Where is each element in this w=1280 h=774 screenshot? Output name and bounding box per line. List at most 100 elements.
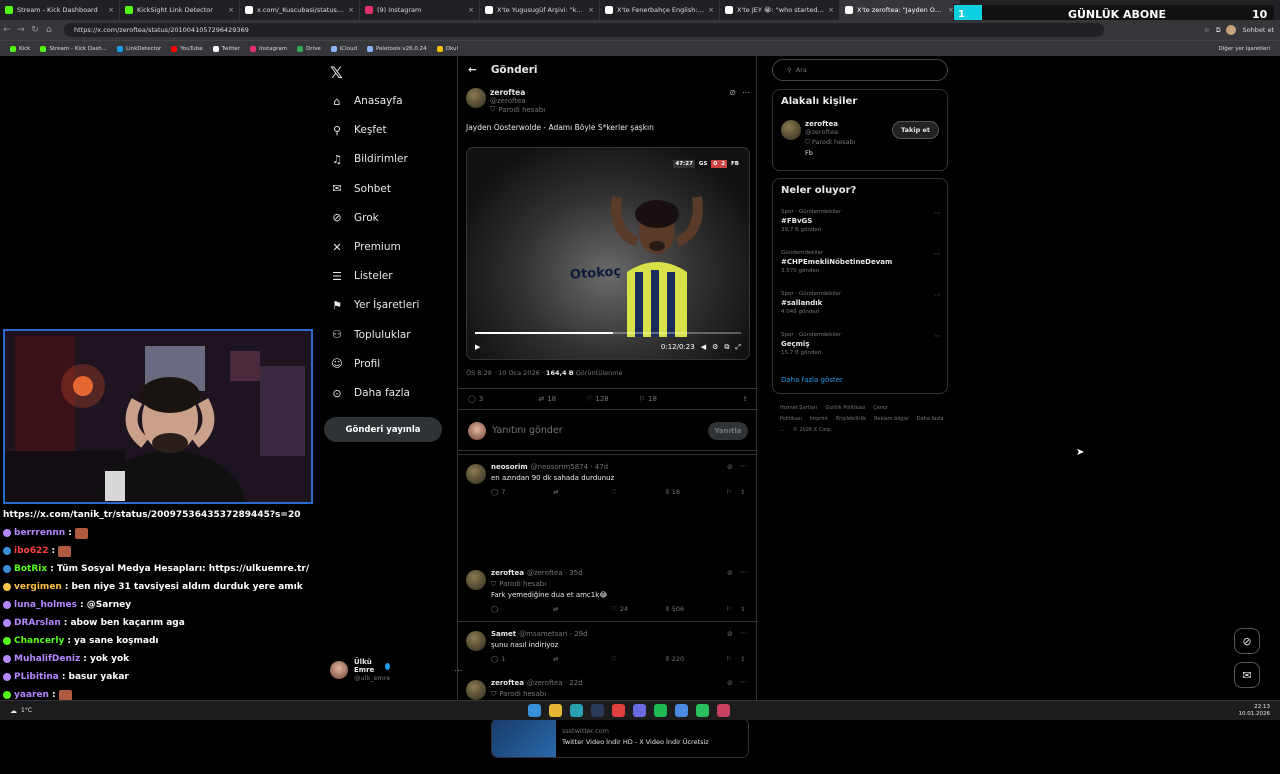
reply-like-action[interactable]: ♡ — [611, 655, 620, 663]
steam-icon[interactable] — [591, 704, 605, 717]
explorer-icon[interactable] — [549, 704, 563, 717]
browser-tab[interactable]: X'te Fenerbahçe English: "Next tim...× — [600, 0, 720, 20]
reply-repost-action[interactable]: ⇄ — [553, 488, 561, 496]
reply-action[interactable]: ◯ 3 — [468, 395, 483, 403]
discord-icon[interactable] — [633, 704, 647, 717]
reply-more-icon[interactable]: ⋯ — [740, 462, 747, 470]
trend-more-icon[interactable]: ⋯ — [934, 291, 941, 299]
tab-close-icon[interactable]: × — [108, 6, 114, 14]
nav-bildirimler[interactable]: ♫ Bildirimler — [330, 152, 408, 166]
chat-username[interactable]: Chancerly — [14, 636, 64, 646]
chat-username[interactable]: DRArslan — [14, 618, 61, 628]
repost-action[interactable]: ⇄ 18 — [538, 395, 556, 403]
profile-avatar[interactable] — [1226, 25, 1237, 35]
bookmark-item[interactable]: Kick — [10, 45, 30, 52]
spotify-icon[interactable] — [654, 704, 668, 717]
extensions-icon[interactable]: ⧉ — [1216, 26, 1221, 35]
reply-author[interactable]: Samet — [491, 630, 516, 638]
reply-handle[interactable]: @neosorim5874 · 47d — [531, 463, 608, 471]
footer-link[interactable]: Reklam bilgisi — [874, 416, 909, 422]
messages-float-button[interactable]: ✉ — [1234, 662, 1260, 688]
trend-item[interactable]: Spor · Gündemdekiler #sallandık 4.049 gönd… — [781, 291, 941, 315]
post-button[interactable]: Gönderi yayınla — [324, 417, 442, 442]
nav-anasayfa[interactable]: ⌂ Anasayfa — [330, 94, 403, 108]
nav-topluluklar[interactable]: ⚇ Topluluklar — [330, 328, 411, 342]
nav-daha-fazla[interactable]: ⊙ Daha fazla — [330, 386, 410, 400]
play-icon[interactable]: ▶ — [475, 343, 480, 351]
bookmark-icon[interactable]: ⚐ — [726, 605, 732, 613]
pip-icon[interactable]: ⧉ — [724, 343, 729, 352]
app-icon[interactable] — [717, 704, 731, 717]
video-player[interactable]: Otokoç 47:27 GS 0 2 FB ▶ 0:12/0:23 ◀ ⚙ ⧉… — [466, 147, 750, 360]
footer-link[interactable]: Erişilebilirlik — [836, 416, 866, 422]
fullscreen-icon[interactable]: ⤢ — [735, 343, 741, 352]
tab-close-icon[interactable]: × — [588, 6, 594, 14]
reply-author[interactable]: neosorim — [491, 463, 528, 471]
bookmark-item[interactable]: Twitter — [212, 45, 240, 52]
chat-username[interactable]: ibo622 — [14, 546, 49, 556]
tab-close-icon[interactable]: × — [348, 6, 354, 14]
share-icon[interactable]: ⇪ — [740, 605, 745, 613]
browser-tab[interactable]: Stream - Kick Dashboard × — [0, 0, 120, 20]
browser-tab[interactable]: x.com/_Kuscubasi/status/2009973...× — [240, 0, 360, 20]
reply-like-action[interactable]: ♡ 24 — [611, 605, 628, 613]
chat-button[interactable]: Sohbet et — [1242, 26, 1274, 34]
trend-item[interactable]: Spor · Gündemdekiler Geçmiş 15,7 B gönderi… — [781, 332, 941, 356]
trend-item[interactable]: Gündemdekiler #CHPEmekliNöbetineDevam 3.57… — [781, 250, 941, 274]
related-avatar[interactable] — [781, 120, 801, 140]
back-icon[interactable]: ← — [0, 25, 14, 35]
bookmark-item[interactable]: iCloud — [330, 45, 357, 52]
video-progress-track[interactable] — [475, 332, 741, 334]
reply-author[interactable]: zeroftea — [491, 569, 524, 577]
browser-tab[interactable]: X'te zeroftea: "Jayden Oosterwold...× — [840, 0, 960, 20]
back-arrow-icon[interactable]: ← — [468, 64, 477, 76]
chat-username[interactable]: MuhalifDeniz — [14, 654, 80, 664]
reply-avatar[interactable] — [466, 570, 486, 590]
trend-more-icon[interactable]: ⋯ — [934, 332, 941, 340]
chat-username[interactable]: yaaren — [14, 690, 49, 700]
reply-more-icon[interactable]: ⋯ — [740, 568, 747, 576]
chat-username[interactable]: vergimen — [14, 582, 62, 592]
url-input[interactable]: https://x.com/zeroftea/status/2010041057… — [64, 23, 1104, 37]
post-more-icon[interactable]: ⋯ — [742, 88, 750, 114]
share-icon[interactable]: ⇪ — [740, 655, 745, 663]
reply-more-icon[interactable]: ⋯ — [740, 629, 747, 637]
reply-avatar[interactable] — [466, 464, 486, 484]
reply-views-action[interactable]: ⫴ 18 — [666, 488, 680, 497]
volume-icon[interactable]: ◀ — [701, 343, 706, 351]
browser-tab[interactable]: X'te JEY 😭: "who started this tren...× — [720, 0, 840, 20]
footer-link[interactable]: Hizmet Şartları — [780, 405, 817, 411]
nav-sohbet[interactable]: ✉ Sohbet — [330, 182, 391, 196]
tab-close-icon[interactable]: × — [228, 6, 234, 14]
chat-username[interactable]: PLibitina — [14, 672, 59, 682]
grok-float-button[interactable]: ⊘ — [1234, 628, 1260, 654]
x-logo-icon[interactable]: 𝕏 — [330, 63, 343, 82]
bookmark-item[interactable]: Instagram — [250, 45, 287, 52]
bookmark-item[interactable]: Okul — [436, 45, 458, 52]
other-bookmarks[interactable]: Diğer yer işaretleri — [1219, 46, 1270, 52]
grok-icon[interactable]: ⊘ — [727, 679, 733, 687]
nav-listeler[interactable]: ☰ Listeler — [330, 269, 392, 283]
reply-input[interactable]: Yanıtını gönder — [492, 425, 563, 436]
chat-username[interactable]: berrrennn — [14, 528, 65, 538]
nav-grok[interactable]: ⊘ Grok — [330, 211, 378, 225]
star-icon[interactable]: ☆ — [1204, 26, 1210, 34]
nav-profil[interactable]: ☺ Profil — [330, 357, 380, 371]
bookmark-item[interactable]: YouTube — [171, 45, 203, 52]
tab-close-icon[interactable]: × — [708, 6, 714, 14]
reply-author[interactable]: zeroftea — [491, 679, 524, 687]
trend-more-icon[interactable]: ⋯ — [934, 209, 941, 217]
reply-tweet[interactable]: neosorim @neosorim5874 · 47d ⊘ ⋯ en azından … — [458, 458, 758, 558]
related-name[interactable]: zeroftea — [805, 120, 855, 128]
chat-username[interactable]: luna_holmes — [14, 600, 77, 610]
nav-premium[interactable]: ✕ Premium — [330, 240, 400, 254]
show-more-link[interactable]: Daha fazla göster — [781, 376, 843, 384]
footer-link[interactable]: © 2026 X Corp. — [793, 427, 832, 433]
settings-icon[interactable]: ⚙ — [712, 343, 718, 351]
reload-icon[interactable]: ↻ — [28, 25, 42, 35]
grok-icon[interactable]: ⊘ — [727, 463, 733, 471]
trend-more-icon[interactable]: ⋯ — [934, 250, 941, 258]
reply-handle[interactable]: @msametsari · 29d — [519, 630, 587, 638]
link-card[interactable]: ssstwitter.com Twitter Video İndir HD - X… — [491, 718, 749, 758]
bookmark-item[interactable]: Stream - Kick Dash... — [40, 45, 107, 52]
